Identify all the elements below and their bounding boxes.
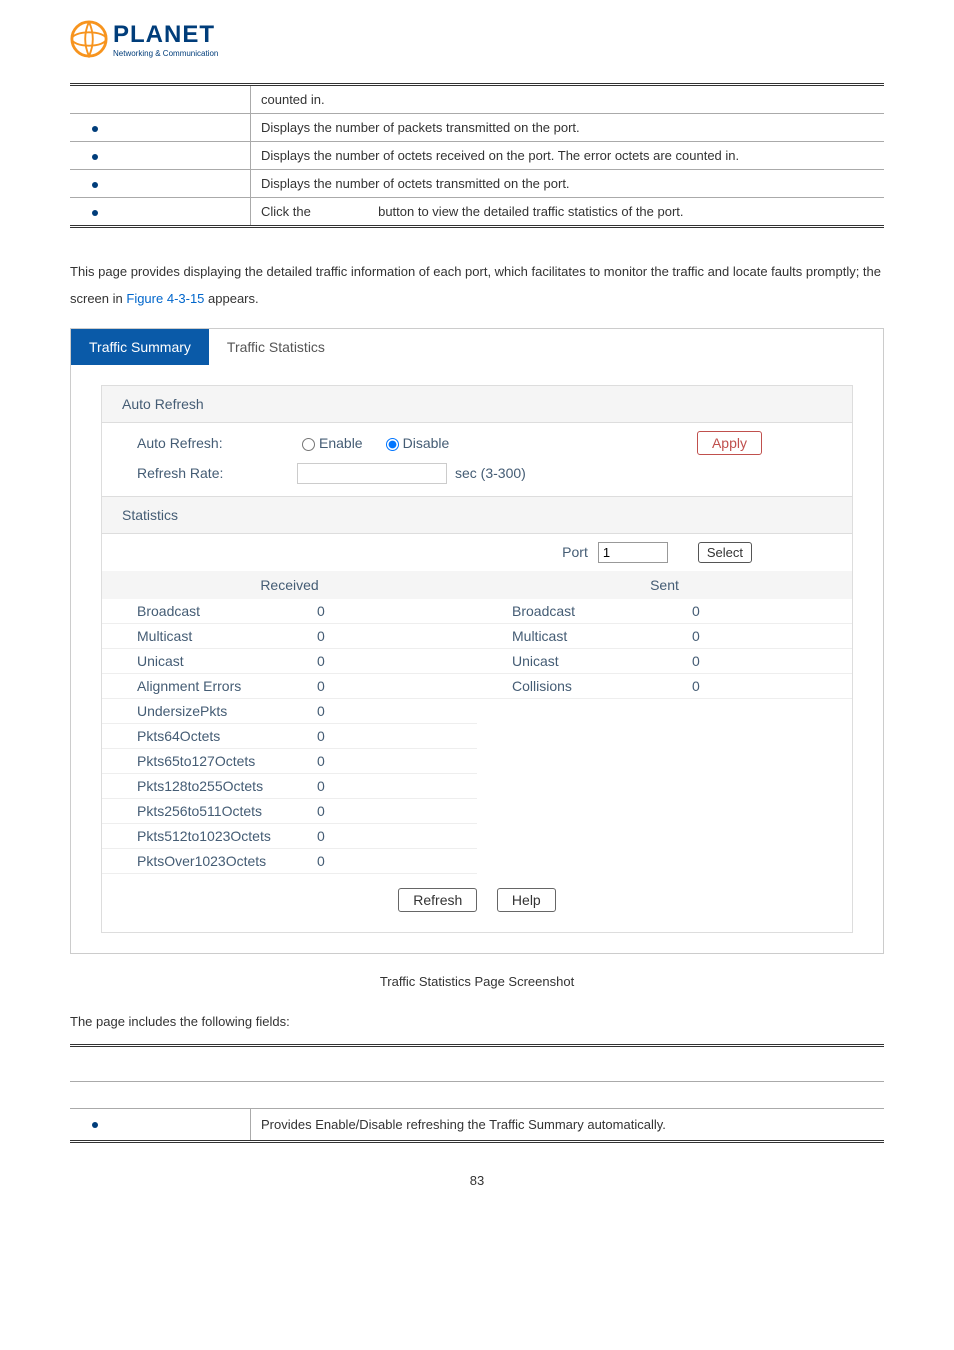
stat-value: 0 — [317, 728, 477, 744]
stat-row: Broadcast0 — [477, 599, 852, 624]
stat-label: PktsOver1023Octets — [102, 853, 317, 869]
statistics-header: Statistics — [102, 497, 852, 534]
app-screenshot: Traffic Summary Traffic Statistics Auto … — [70, 328, 884, 954]
stat-row: Pkts256to511Octets0 — [102, 799, 477, 824]
stat-value: 0 — [317, 653, 477, 669]
stat-label: Unicast — [477, 653, 692, 669]
received-header: Received — [102, 571, 477, 599]
bullet-icon — [92, 1122, 98, 1128]
stat-label: Pkts65to127Octets — [102, 753, 317, 769]
tab-bar: Traffic Summary Traffic Statistics — [71, 329, 883, 365]
stat-value: 0 — [692, 603, 852, 619]
enable-radio[interactable]: Enable — [297, 435, 363, 451]
stat-value: 0 — [317, 778, 477, 794]
bullet-icon — [92, 210, 98, 216]
stat-row: Collisions0 — [477, 674, 852, 699]
auto-refresh-label: Auto Refresh: — [137, 435, 297, 451]
sent-column: Broadcast0Multicast0Unicast0Collisions0 — [477, 599, 852, 874]
stat-value: 0 — [317, 678, 477, 694]
port-input[interactable] — [598, 542, 668, 563]
sent-header: Sent — [477, 571, 852, 599]
stat-value: 0 — [317, 628, 477, 644]
stat-row: Pkts65to127Octets0 — [102, 749, 477, 774]
refresh-rate-input[interactable] — [297, 463, 447, 484]
disable-radio-label: Disable — [403, 435, 450, 451]
stat-value: 0 — [692, 628, 852, 644]
help-button[interactable]: Help — [497, 888, 556, 912]
select-button[interactable]: Select — [698, 542, 752, 563]
figure-caption: Traffic Statistics Page Screenshot — [70, 974, 884, 989]
stat-value: 0 — [692, 653, 852, 669]
logo-subtitle: Networking & Communication — [113, 49, 218, 58]
stat-label: Pkts256to511Octets — [102, 803, 317, 819]
stats-columns-header: Received Sent — [102, 571, 852, 599]
stat-row: Pkts512to1023Octets0 — [102, 824, 477, 849]
page-number: 83 — [70, 1173, 884, 1188]
tab-traffic-statistics[interactable]: Traffic Statistics — [209, 329, 343, 365]
bullet-icon — [92, 182, 98, 188]
stat-row: Broadcast0 — [102, 599, 477, 624]
stat-label: Multicast — [102, 628, 317, 644]
stat-label: Pkts64Octets — [102, 728, 317, 744]
table-row: Provides Enable/Disable refreshing the T… — [70, 1108, 884, 1141]
tab-traffic-summary[interactable]: Traffic Summary — [71, 329, 209, 365]
stat-value: 0 — [317, 828, 477, 844]
stat-label: Broadcast — [477, 603, 692, 619]
sec-range-label: sec (3-300) — [455, 465, 526, 481]
stat-value: 0 — [317, 703, 477, 719]
bullet-icon — [92, 126, 98, 132]
table-row: counted in. — [70, 85, 884, 114]
table-row: Displays the number of octets transmitte… — [70, 170, 884, 198]
bullet-icon — [92, 154, 98, 160]
figure-link[interactable]: Figure 4-3-15 — [126, 291, 204, 306]
fields-table: Provides Enable/Disable refreshing the T… — [70, 1044, 884, 1143]
refresh-button[interactable]: Refresh — [398, 888, 477, 912]
stat-label: Pkts128to255Octets — [102, 778, 317, 794]
stat-row: Pkts64Octets0 — [102, 724, 477, 749]
logo-title: PLANET — [113, 21, 218, 49]
stat-value: 0 — [692, 678, 852, 694]
received-column: Broadcast0Multicast0Unicast0Alignment Er… — [102, 599, 477, 874]
refresh-rate-label: Refresh Rate: — [137, 465, 297, 481]
logo: PLANET Networking & Communication — [70, 20, 884, 68]
desc-text: button to view the detailed traffic stat… — [378, 204, 683, 219]
planet-logo-icon — [70, 20, 108, 58]
stat-label: Multicast — [477, 628, 692, 644]
port-label: Port — [562, 544, 588, 560]
stat-row: Unicast0 — [477, 649, 852, 674]
stat-value: 0 — [317, 753, 477, 769]
disable-radio-input[interactable] — [386, 438, 399, 451]
stat-label: Alignment Errors — [102, 678, 317, 694]
table-row — [70, 1045, 884, 1081]
table-row: Displays the number of packets transmitt… — [70, 114, 884, 142]
apply-button[interactable]: Apply — [697, 431, 762, 455]
stat-value: 0 — [317, 603, 477, 619]
stat-label: UndersizePkts — [102, 703, 317, 719]
stat-label: Unicast — [102, 653, 317, 669]
stat-value: 0 — [317, 853, 477, 869]
stat-row: Unicast0 — [102, 649, 477, 674]
stat-row: Multicast0 — [102, 624, 477, 649]
enable-radio-label: Enable — [319, 435, 363, 451]
stat-row: UndersizePkts0 — [102, 699, 477, 724]
auto-refresh-header: Auto Refresh — [102, 386, 852, 423]
settings-panel: Auto Refresh Auto Refresh: Enable Disabl… — [101, 385, 853, 933]
enable-radio-input[interactable] — [302, 438, 315, 451]
stat-row: Pkts128to255Octets0 — [102, 774, 477, 799]
stat-label: Pkts512to1023Octets — [102, 828, 317, 844]
table-row: Displays the number of octets received o… — [70, 142, 884, 170]
table-row: Click the button to view the detailed tr… — [70, 198, 884, 227]
stat-row: Alignment Errors0 — [102, 674, 477, 699]
spec-table: counted in. Displays the number of packe… — [70, 83, 884, 228]
disable-radio[interactable]: Disable — [381, 435, 450, 451]
stat-row: Multicast0 — [477, 624, 852, 649]
stat-label: Collisions — [477, 678, 692, 694]
desc-text: Click the — [261, 204, 314, 219]
stat-label: Broadcast — [102, 603, 317, 619]
stat-value: 0 — [317, 803, 477, 819]
stat-row: PktsOver1023Octets0 — [102, 849, 477, 874]
intro-paragraph: This page provides displaying the detail… — [70, 258, 884, 313]
fields-intro: The page includes the following fields: — [70, 1014, 884, 1029]
stats-body: Broadcast0Multicast0Unicast0Alignment Er… — [102, 599, 852, 874]
